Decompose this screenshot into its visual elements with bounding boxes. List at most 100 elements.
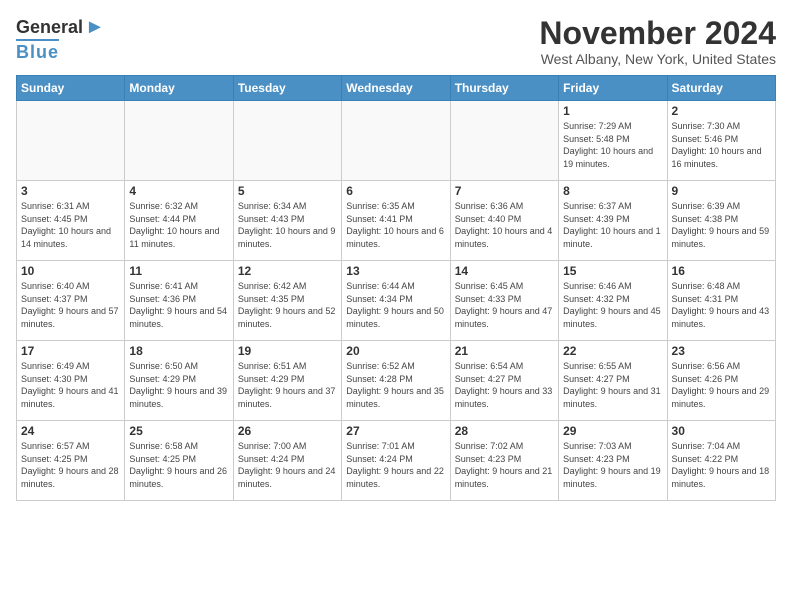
page: General ► Blue November 2024 West Albany… [0, 0, 792, 509]
calendar-cell: 17 Sunrise: 6:49 AM Sunset: 4:30 PM Dayli… [17, 341, 125, 421]
day-number: 25 [129, 424, 228, 438]
calendar-cell [450, 101, 558, 181]
calendar-cell: 11 Sunrise: 6:41 AM Sunset: 4:36 PM Dayli… [125, 261, 233, 341]
day-number: 16 [672, 264, 771, 278]
day-info: Sunrise: 6:42 AM Sunset: 4:35 PM Dayligh… [238, 280, 337, 330]
calendar-cell: 7Sunrise: 6:36 AM Sunset: 4:40 PM Daylig… [450, 181, 558, 261]
calendar-cell: 22 Sunrise: 6:55 AM Sunset: 4:27 PM Dayli… [559, 341, 667, 421]
calendar-cell: 13 Sunrise: 6:44 AM Sunset: 4:34 PM Dayli… [342, 261, 450, 341]
calendar-cell: 23 Sunrise: 6:56 AM Sunset: 4:26 PM Dayli… [667, 341, 775, 421]
calendar-cell: 2Sunrise: 7:30 AM Sunset: 5:46 PM Daylig… [667, 101, 775, 181]
calendar-cell: 5 Sunrise: 6:34 AM Sunset: 4:43 PM Daylig… [233, 181, 341, 261]
day-info: Sunrise: 6:51 AM Sunset: 4:29 PM Dayligh… [238, 360, 337, 410]
calendar-week-row: 3 Sunrise: 6:31 AM Sunset: 4:45 PM Daylig… [17, 181, 776, 261]
day-number: 23 [672, 344, 771, 358]
day-number: 9 [672, 184, 771, 198]
day-number: 18 [129, 344, 228, 358]
calendar-cell: 6 Sunrise: 6:35 AM Sunset: 4:41 PM Daylig… [342, 181, 450, 261]
day-info: Sunrise: 6:57 AM Sunset: 4:25 PM Dayligh… [21, 440, 120, 490]
header-friday: Friday [559, 76, 667, 101]
header-monday: Monday [125, 76, 233, 101]
calendar-week-row: 17 Sunrise: 6:49 AM Sunset: 4:30 PM Dayli… [17, 341, 776, 421]
calendar-cell: 12 Sunrise: 6:42 AM Sunset: 4:35 PM Dayli… [233, 261, 341, 341]
day-number: 12 [238, 264, 337, 278]
day-number: 21 [455, 344, 554, 358]
day-number: 19 [238, 344, 337, 358]
day-number: 13 [346, 264, 445, 278]
day-info: Sunrise: 6:40 AM Sunset: 4:37 PM Dayligh… [21, 280, 120, 330]
calendar-table: Sunday Monday Tuesday Wednesday Thursday… [16, 75, 776, 501]
header-thursday: Thursday [450, 76, 558, 101]
logo-subtext: Blue [16, 39, 59, 63]
day-number: 7 [455, 184, 554, 198]
calendar-cell: 15 Sunrise: 6:46 AM Sunset: 4:32 PM Dayli… [559, 261, 667, 341]
title-area: November 2024 West Albany, New York, Uni… [539, 16, 776, 67]
day-number: 14 [455, 264, 554, 278]
calendar-cell: 16 Sunrise: 6:48 AM Sunset: 4:31 PM Dayli… [667, 261, 775, 341]
day-info: Sunrise: 6:44 AM Sunset: 4:34 PM Dayligh… [346, 280, 445, 330]
day-number: 2 [672, 104, 771, 118]
calendar-cell: 8 Sunrise: 6:37 AM Sunset: 4:39 PM Daylig… [559, 181, 667, 261]
calendar-cell: 24 Sunrise: 6:57 AM Sunset: 4:25 PM Dayli… [17, 421, 125, 501]
day-info: Sunrise: 7:02 AM Sunset: 4:23 PM Dayligh… [455, 440, 554, 490]
header-wednesday: Wednesday [342, 76, 450, 101]
calendar-week-row: 1Sunrise: 7:29 AM Sunset: 5:48 PM Daylig… [17, 101, 776, 181]
calendar-cell: 4 Sunrise: 6:32 AM Sunset: 4:44 PM Daylig… [125, 181, 233, 261]
day-number: 22 [563, 344, 662, 358]
day-info: Sunrise: 6:46 AM Sunset: 4:32 PM Dayligh… [563, 280, 662, 330]
calendar-cell: 25 Sunrise: 6:58 AM Sunset: 4:25 PM Dayli… [125, 421, 233, 501]
calendar-cell: 26 Sunrise: 7:00 AM Sunset: 4:24 PM Dayli… [233, 421, 341, 501]
calendar-week-row: 10Sunrise: 6:40 AM Sunset: 4:37 PM Dayli… [17, 261, 776, 341]
day-number: 17 [21, 344, 120, 358]
day-number: 11 [129, 264, 228, 278]
calendar-cell: 1Sunrise: 7:29 AM Sunset: 5:48 PM Daylig… [559, 101, 667, 181]
calendar-cell: 9 Sunrise: 6:39 AM Sunset: 4:38 PM Daylig… [667, 181, 775, 261]
day-info: Sunrise: 6:48 AM Sunset: 4:31 PM Dayligh… [672, 280, 771, 330]
logo-text: General [16, 17, 83, 38]
day-info: Sunrise: 6:31 AM Sunset: 4:45 PM Dayligh… [21, 200, 120, 250]
day-info: Sunrise: 6:37 AM Sunset: 4:39 PM Dayligh… [563, 200, 662, 250]
day-info: Sunrise: 6:41 AM Sunset: 4:36 PM Dayligh… [129, 280, 228, 330]
calendar-cell: 29 Sunrise: 7:03 AM Sunset: 4:23 PM Dayli… [559, 421, 667, 501]
day-number: 1 [563, 104, 662, 118]
day-info: Sunrise: 6:32 AM Sunset: 4:44 PM Dayligh… [129, 200, 228, 250]
calendar-cell: 20Sunrise: 6:52 AM Sunset: 4:28 PM Dayli… [342, 341, 450, 421]
calendar-cell: 3 Sunrise: 6:31 AM Sunset: 4:45 PM Daylig… [17, 181, 125, 261]
day-info: Sunrise: 7:00 AM Sunset: 4:24 PM Dayligh… [238, 440, 337, 490]
calendar-header-row: Sunday Monday Tuesday Wednesday Thursday… [17, 76, 776, 101]
day-info: Sunrise: 7:03 AM Sunset: 4:23 PM Dayligh… [563, 440, 662, 490]
calendar-cell: 14Sunrise: 6:45 AM Sunset: 4:33 PM Dayli… [450, 261, 558, 341]
header-tuesday: Tuesday [233, 76, 341, 101]
day-number: 6 [346, 184, 445, 198]
calendar-week-row: 24 Sunrise: 6:57 AM Sunset: 4:25 PM Dayli… [17, 421, 776, 501]
calendar-cell: 19 Sunrise: 6:51 AM Sunset: 4:29 PM Dayli… [233, 341, 341, 421]
day-number: 26 [238, 424, 337, 438]
day-number: 29 [563, 424, 662, 438]
day-info: Sunrise: 6:39 AM Sunset: 4:38 PM Dayligh… [672, 200, 771, 250]
day-info: Sunrise: 6:50 AM Sunset: 4:29 PM Dayligh… [129, 360, 228, 410]
day-info: Sunrise: 6:34 AM Sunset: 4:43 PM Dayligh… [238, 200, 337, 250]
day-info: Sunrise: 6:49 AM Sunset: 4:30 PM Dayligh… [21, 360, 120, 410]
logo-bird-icon: ► [85, 16, 105, 39]
day-info: Sunrise: 7:04 AM Sunset: 4:22 PM Dayligh… [672, 440, 771, 490]
day-info: Sunrise: 6:35 AM Sunset: 4:41 PM Dayligh… [346, 200, 445, 250]
day-number: 15 [563, 264, 662, 278]
day-info: Sunrise: 6:55 AM Sunset: 4:27 PM Dayligh… [563, 360, 662, 410]
day-info: Sunrise: 6:58 AM Sunset: 4:25 PM Dayligh… [129, 440, 228, 490]
day-number: 20 [346, 344, 445, 358]
month-title: November 2024 [539, 16, 776, 51]
day-number: 8 [563, 184, 662, 198]
header-sunday: Sunday [17, 76, 125, 101]
logo: General ► Blue [16, 16, 105, 63]
day-number: 3 [21, 184, 120, 198]
calendar-cell [342, 101, 450, 181]
location: West Albany, New York, United States [539, 51, 776, 67]
calendar-cell: 28Sunrise: 7:02 AM Sunset: 4:23 PM Dayli… [450, 421, 558, 501]
header-saturday: Saturday [667, 76, 775, 101]
day-number: 5 [238, 184, 337, 198]
day-number: 30 [672, 424, 771, 438]
day-number: 4 [129, 184, 228, 198]
day-info: Sunrise: 6:56 AM Sunset: 4:26 PM Dayligh… [672, 360, 771, 410]
calendar-cell [125, 101, 233, 181]
day-number: 24 [21, 424, 120, 438]
